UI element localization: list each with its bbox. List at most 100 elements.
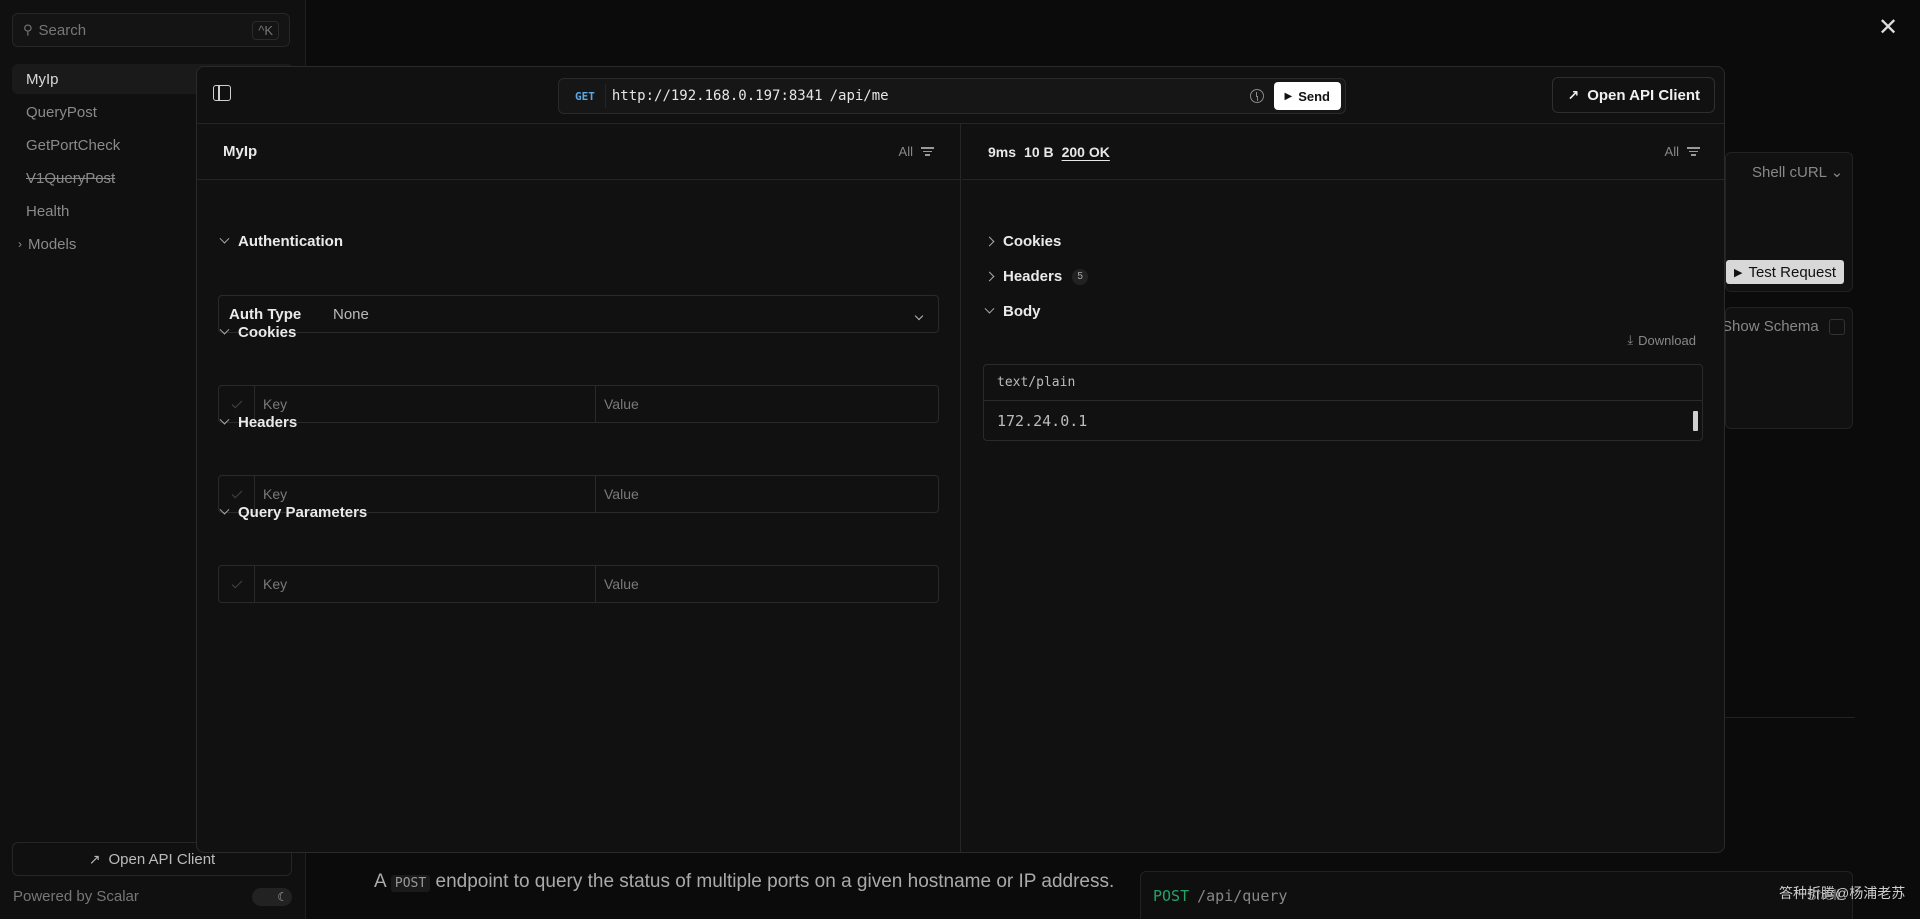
- test-request-button[interactable]: ▶ Test Request: [1726, 260, 1845, 284]
- api-client-modal: GET http://192.168.0.197:8341 /api/me ▶ …: [196, 66, 1725, 853]
- headers-count-badge: 5: [1072, 268, 1089, 285]
- check-icon: [231, 397, 242, 408]
- section-authentication[interactable]: Authentication: [219, 233, 343, 250]
- arrow-up-right-icon: ↗: [88, 850, 101, 867]
- method-label: POST: [1153, 886, 1190, 905]
- play-icon: ▶: [1284, 90, 1293, 102]
- response-header: 9ms 10 B 200 OK All: [962, 124, 1724, 180]
- section-response-headers[interactable]: Headers 5: [984, 268, 1089, 285]
- search-input[interactable]: ⚲ Search ^K: [12, 13, 290, 47]
- dark-mode-toggle[interactable]: ☾: [252, 888, 292, 906]
- endpoint-description: A POST endpoint to query the status of m…: [374, 868, 1134, 897]
- open-api-client-label: Open API Client: [1587, 86, 1700, 104]
- section-title: Headers: [1003, 268, 1063, 285]
- description-code: POST: [390, 875, 431, 892]
- response-pane: 9ms 10 B 200 OK All Cookies Headers 5 Bo…: [962, 124, 1724, 852]
- url-input[interactable]: http://192.168.0.197:8341: [612, 88, 823, 104]
- sidebar-item-label: QueryPost: [26, 103, 97, 121]
- sidebar-item-label: Models: [28, 235, 77, 253]
- response-meta: 9ms 10 B 200 OK: [988, 144, 1110, 160]
- response-status[interactable]: 200 OK: [1062, 144, 1110, 160]
- section-title: Body: [1003, 303, 1041, 320]
- response-body-viewer: text/plain 172.24.0.1: [983, 364, 1703, 441]
- open-api-client-label: Open API Client: [108, 850, 216, 868]
- moon-icon: ☾: [277, 890, 288, 904]
- play-icon: ▶: [1734, 266, 1743, 279]
- sidebar-item-label: Health: [26, 202, 70, 220]
- download-button[interactable]: ⤓ Download: [1627, 332, 1696, 348]
- chevron-right-icon: ›: [18, 237, 22, 251]
- filter-label: All: [1664, 144, 1679, 159]
- sidebar-toggle-icon[interactable]: [213, 85, 231, 101]
- history-icon[interactable]: [1249, 89, 1264, 103]
- value-input[interactable]: Value: [596, 386, 938, 422]
- test-request-label: Test Request: [1748, 263, 1837, 281]
- request-header: MyIp All: [197, 124, 960, 180]
- chevron-down-icon: [219, 233, 230, 244]
- close-icon[interactable]: ✕: [1878, 16, 1898, 40]
- scrollbar[interactable]: [1693, 411, 1698, 431]
- content-type-label: text/plain: [984, 365, 1702, 401]
- chevron-right-icon: [984, 236, 995, 247]
- row-checkbox[interactable]: [219, 566, 255, 602]
- powered-by-link[interactable]: Powered by Scalar: [13, 888, 139, 905]
- sidebar-item-label: GetPortCheck: [26, 136, 121, 154]
- sidebar-item-label: V1QueryPost: [26, 169, 116, 187]
- show-schema-toggle[interactable]: Show Schema: [1722, 318, 1845, 335]
- cookie-row: Key Value: [218, 385, 939, 423]
- divider: [1725, 717, 1855, 718]
- checkbox-icon: [1828, 318, 1845, 335]
- filter-label: All: [898, 144, 913, 159]
- response-filter[interactable]: All: [1665, 144, 1700, 159]
- auth-type-select[interactable]: Auth Type None: [218, 295, 939, 333]
- send-label: Send: [1298, 88, 1330, 104]
- check-icon: [231, 577, 242, 588]
- chevron-down-icon: [984, 303, 995, 314]
- description-text: endpoint to query the status of multiple…: [435, 871, 1115, 892]
- search-icon: ⚲: [23, 22, 33, 37]
- section-headers[interactable]: Headers: [219, 414, 298, 431]
- section-title: Cookies: [238, 324, 297, 341]
- chevron-down-icon: [219, 414, 230, 425]
- auth-type-value: None: [333, 305, 369, 323]
- section-title: Headers: [238, 414, 298, 431]
- section-title: Query Parameters: [238, 504, 368, 521]
- value-input[interactable]: Value: [596, 566, 938, 602]
- arrow-up-right-icon: ↗: [1567, 86, 1580, 103]
- section-title: Cookies: [1003, 233, 1062, 250]
- search-shortcut: ^K: [252, 20, 279, 40]
- section-cookies[interactable]: Cookies: [219, 324, 297, 341]
- chevron-down-icon: [219, 504, 230, 515]
- response-body-content[interactable]: 172.24.0.1: [984, 401, 1702, 441]
- response-time: 9ms: [988, 143, 1017, 160]
- response-body-text: 172.24.0.1: [997, 412, 1088, 430]
- chevron-down-icon: ⌄: [1830, 164, 1844, 181]
- section-response-cookies[interactable]: Cookies: [984, 233, 1062, 250]
- request-pane: MyIp All Authentication Auth Type None C…: [197, 124, 961, 852]
- sidebar-item-label: MyIp: [26, 70, 59, 88]
- section-response-body[interactable]: Body: [984, 303, 1041, 320]
- request-title: MyIp: [223, 143, 258, 160]
- method-select[interactable]: GET: [565, 84, 606, 108]
- language-select[interactable]: Shell cURL ⌄: [1752, 163, 1843, 181]
- send-button[interactable]: ▶ Send: [1273, 82, 1341, 110]
- show-schema-label: Show Schema: [1722, 318, 1819, 335]
- value-input[interactable]: Value: [596, 476, 938, 512]
- path-text[interactable]: /api/me: [830, 88, 889, 104]
- chevron-down-icon: [219, 324, 230, 335]
- auth-type-label: Auth Type: [229, 305, 302, 323]
- request-filter[interactable]: All: [899, 144, 934, 159]
- response-size: 10 B: [1024, 143, 1054, 160]
- path-label: /api/query: [1197, 886, 1288, 905]
- check-icon: [231, 487, 242, 498]
- query-param-row: Key Value: [218, 565, 939, 603]
- download-label: Download: [1638, 332, 1696, 348]
- filter-icon: [1687, 147, 1700, 156]
- section-query-parameters[interactable]: Query Parameters: [219, 504, 368, 521]
- open-api-client-button[interactable]: ↗ Open API Client: [1552, 77, 1715, 113]
- download-icon: ⤓: [1627, 332, 1634, 347]
- address-bar[interactable]: GET http://192.168.0.197:8341 /api/me ▶ …: [558, 78, 1346, 114]
- chevron-down-icon: [914, 306, 924, 323]
- key-input[interactable]: Key: [255, 566, 596, 602]
- key-input[interactable]: Key: [255, 386, 596, 422]
